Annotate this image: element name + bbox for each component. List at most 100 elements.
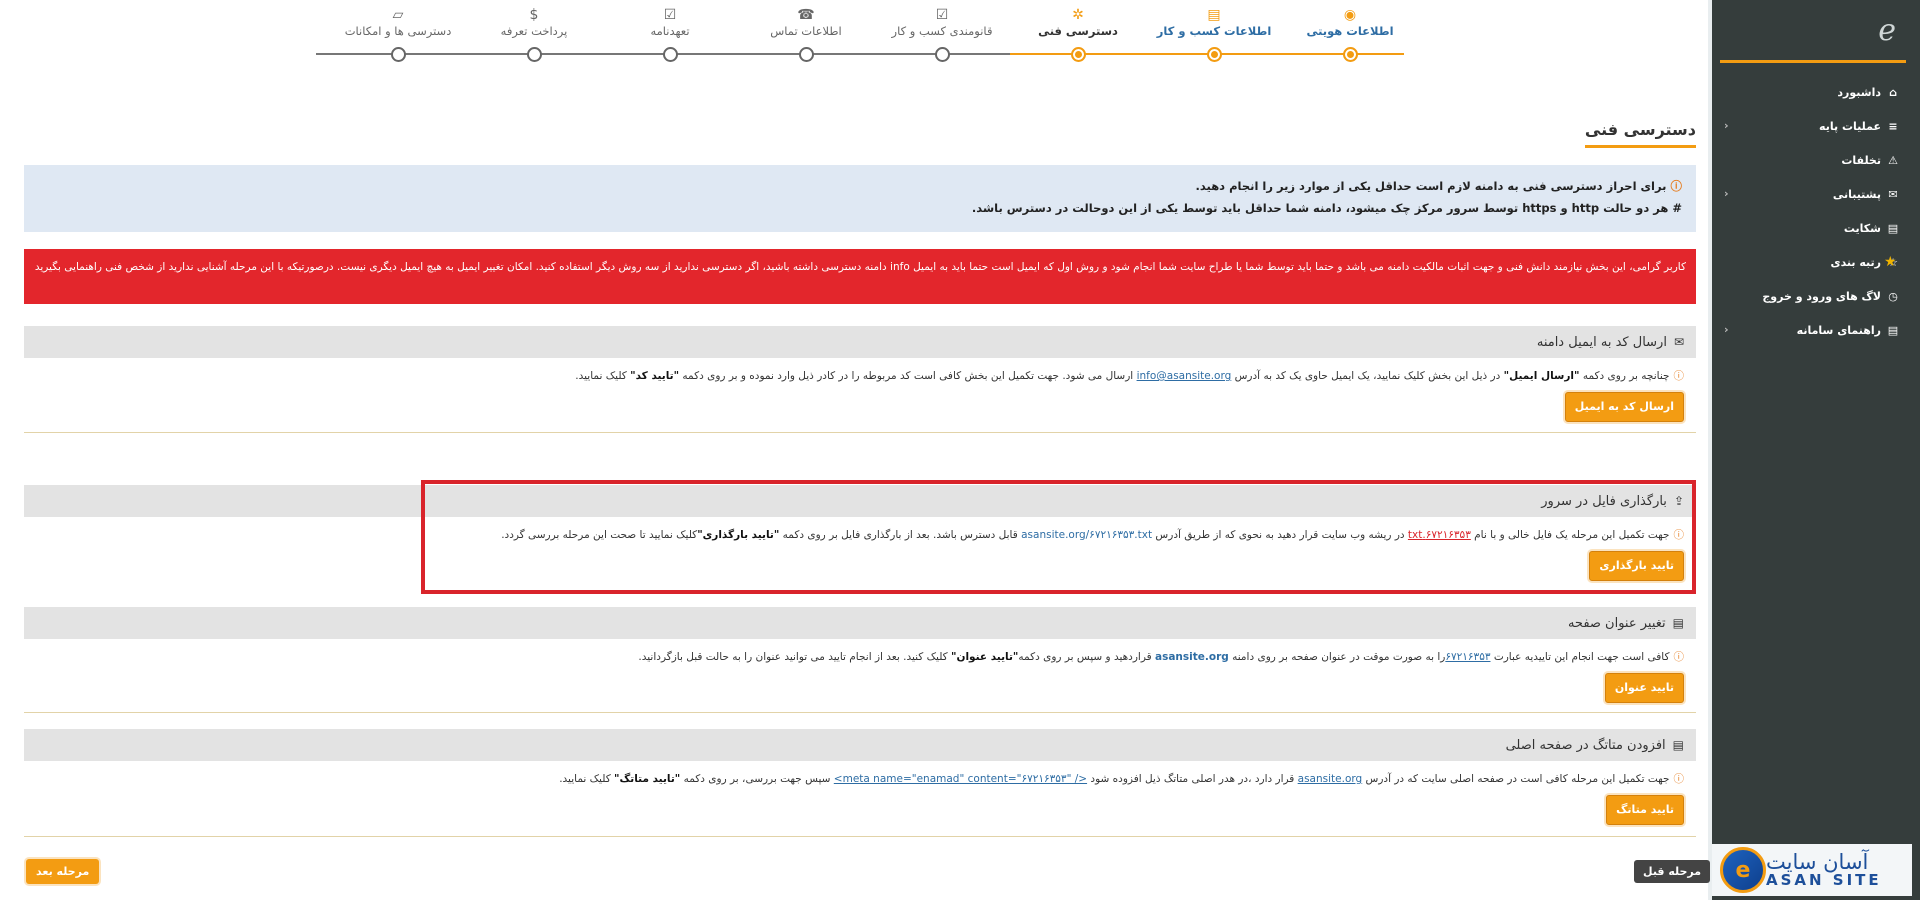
stepper-step-label: اطلاعات کسب و کار bbox=[1156, 24, 1272, 38]
document-icon: ▤ bbox=[1887, 221, 1899, 235]
info-icon: ⓘ bbox=[1673, 651, 1685, 663]
meta-text-c: سپس جهت بررسی، بر روی دکمه bbox=[680, 773, 834, 785]
envelope-icon: ✉ bbox=[1673, 335, 1684, 349]
stepper-dot[interactable] bbox=[1070, 47, 1086, 62]
sidebar-menu: ⌂ داشبورد ≡ عملیات پایه ‹ ⚠ تخلفات ✉ پشتیبانی ‹ ▤ ش… bbox=[1712, 75, 1920, 347]
info-box: ⓘ برای احراز دسترسی فنی به دامنه لازم اس… bbox=[24, 165, 1696, 232]
highlight-frame bbox=[421, 480, 1696, 594]
info-icon: ⓘ bbox=[1673, 370, 1685, 382]
confirm-title-button[interactable]: تایید عنوان bbox=[1604, 673, 1684, 703]
sidebar-item[interactable]: ☆ رتبه بندی ★ bbox=[1712, 245, 1920, 279]
sidebar-item[interactable]: ⚠ تخلفات bbox=[1712, 143, 1920, 177]
stepper-step-label: پرداخت تعرفه bbox=[500, 24, 568, 38]
sidebar-item-label: شکایت bbox=[1843, 221, 1881, 235]
stepper-step[interactable]: ✲ دسترسی فنی bbox=[1008, 6, 1148, 38]
send-email-code-button[interactable]: ارسال کد به ایمیل bbox=[1564, 392, 1684, 422]
warning-alert: کاربر گرامی، این بخش نیازمند دانش فنی و … bbox=[24, 249, 1696, 304]
document-icon: ▤ bbox=[1672, 616, 1684, 630]
stepper-dot[interactable] bbox=[934, 47, 950, 62]
sidebar-item[interactable]: ▤ راهنمای سامانه ‹ bbox=[1712, 313, 1920, 347]
stepper-dot[interactable] bbox=[526, 47, 542, 62]
folder-open-icon: ▱ bbox=[392, 7, 404, 23]
chevron-left-icon[interactable]: ‹ bbox=[1724, 187, 1729, 200]
email-address-link[interactable]: info@asansite.org bbox=[1137, 370, 1232, 382]
stepper-step[interactable]: ☑ قانومندی کسب و کار bbox=[872, 6, 1012, 38]
title-code-link[interactable]: ۶۷۲۱۶۳۵۳ bbox=[1445, 651, 1490, 663]
stepper-dot[interactable] bbox=[798, 47, 814, 62]
title-text-b: را به صورت موقت در عنوان صفحه بر روی دام… bbox=[1228, 651, 1446, 663]
sidebar-logo[interactable]: e bbox=[1712, 0, 1920, 60]
sidebar-item-label: عملیات پایه bbox=[1819, 119, 1881, 133]
stepper-dot[interactable] bbox=[390, 47, 406, 62]
meta-bold-confirm: "تایید متاتگ" bbox=[614, 773, 681, 785]
sidebar-item[interactable]: ◷ لاگ های ورود و خروج bbox=[1712, 279, 1920, 313]
stepper-step-label: تعهدنامه bbox=[650, 24, 690, 38]
meta-text-b: قرار دارد ،در هدر اصلی متاتگ ذیل افزوده … bbox=[1087, 773, 1298, 785]
stepper-dot[interactable] bbox=[1342, 47, 1358, 62]
sidebar-divider bbox=[1720, 60, 1906, 63]
stepper-step[interactable]: $ پرداخت تعرفه bbox=[464, 6, 604, 38]
brand-name-fa: آسان سایت bbox=[1766, 850, 1869, 874]
phone-icon: ☎ bbox=[797, 7, 815, 23]
meta-domain-link[interactable]: asansite.org bbox=[1298, 773, 1363, 785]
stepper-step[interactable]: ▱ دسترسی ها و امکانات bbox=[328, 6, 468, 38]
meta-text-d: کلیک نمایید. bbox=[559, 773, 615, 785]
stepper-dot[interactable] bbox=[1206, 47, 1222, 62]
section-email: ✉ ارسال کد به ایمیل دامنه ⓘچنانچه بر روی… bbox=[24, 326, 1696, 434]
list-icon: ≡ bbox=[1888, 119, 1898, 133]
sidebar: e ⌂ داشبورد ≡ عملیات پایه ‹ ⚠ تخلفات ✉ پشتیبانی ‹… bbox=[1712, 0, 1920, 900]
section-meta-header: ▤ افزودن متاتگ در صفحه اصلی bbox=[24, 729, 1696, 761]
file-text-icon: ▤ bbox=[1207, 7, 1221, 23]
meta-tag-code[interactable]: <meta name="enamad" content="۶۷۲۱۶۳۵۳" /… bbox=[834, 773, 1087, 785]
section-divider bbox=[24, 712, 1696, 713]
sidebar-item[interactable]: ▤ شکایت bbox=[1712, 211, 1920, 245]
chat-icon: ✉ bbox=[1888, 187, 1898, 201]
email-bold-send: "ارسال ایمیل" bbox=[1503, 370, 1580, 382]
section-email-header: ✉ ارسال کد به ایمیل دامنه bbox=[24, 326, 1696, 358]
section-email-title: ارسال کد به ایمیل دامنه bbox=[1536, 334, 1667, 350]
section-meta-title: افزودن متاتگ در صفحه اصلی bbox=[1505, 737, 1666, 753]
sidebar-item-label: راهنمای سامانه bbox=[1796, 323, 1881, 337]
info-icon: ⓘ bbox=[1670, 179, 1683, 193]
gears-icon: ✲ bbox=[1072, 7, 1084, 23]
title-bold-confirm: "تایید عنوان" bbox=[951, 651, 1019, 663]
stepper-step[interactable]: ◉ اطلاعات هویتی bbox=[1280, 6, 1420, 38]
info-line-1: برای احراز دسترسی فنی به دامنه لازم است … bbox=[1195, 179, 1667, 193]
home-icon: ⌂ bbox=[1889, 85, 1897, 99]
email-text-d: کلیک نمایید. bbox=[575, 370, 631, 382]
chevron-left-icon[interactable]: ‹ bbox=[1724, 323, 1729, 336]
dollar-icon: $ bbox=[529, 7, 539, 23]
check-square-outline-icon: ☑ bbox=[663, 7, 677, 23]
section-email-body: ⓘچنانچه بر روی دکمه "ارسال ایمیل" در ذیل… bbox=[24, 358, 1696, 422]
page-title: دسترسی فنی bbox=[1584, 120, 1696, 148]
section-meta-body: ⓘجهت تکمیل این مرحله کافی است در صفحه اص… bbox=[24, 761, 1696, 825]
stepper-step[interactable]: ☑ تعهدنامه bbox=[600, 6, 740, 38]
info-line-2: # هر دو حالت http و https توسط سرور مرکز… bbox=[971, 201, 1682, 215]
stepper-dot[interactable] bbox=[662, 47, 678, 62]
stepper-step-label: اطلاعات تماس bbox=[770, 24, 842, 38]
sidebar-item[interactable]: ✉ پشتیبانی ‹ bbox=[1712, 177, 1920, 211]
stepper-step[interactable]: ☎ اطلاعات تماس bbox=[736, 6, 876, 38]
user-icon: ◉ bbox=[1343, 7, 1357, 23]
stepper-step[interactable]: ▤ اطلاعات کسب و کار bbox=[1144, 6, 1284, 38]
section-title-change-title: تغییر عنوان صفحه bbox=[1567, 615, 1666, 631]
star-icon: ★ bbox=[1884, 254, 1897, 270]
logo-mark: e bbox=[1878, 12, 1896, 48]
previous-step-button[interactable]: مرحله قبل bbox=[1634, 860, 1711, 883]
sidebar-item-label: داشبورد bbox=[1837, 85, 1881, 99]
email-text-b: در ذیل این بخش کلیک نمایید، یک ایمیل حاو… bbox=[1231, 370, 1504, 382]
brand-name-en: ASAN SITE bbox=[1766, 871, 1882, 889]
sidebar-item-label: تخلفات bbox=[1841, 153, 1881, 167]
sidebar-item[interactable]: ≡ عملیات پایه ‹ bbox=[1712, 109, 1920, 143]
email-bold-confirm: "تایید کد" bbox=[630, 370, 680, 382]
stepper-step-label: قانومندی کسب و کار bbox=[891, 24, 993, 38]
sidebar-item[interactable]: ⌂ داشبورد bbox=[1712, 75, 1920, 109]
next-step-button[interactable]: مرحله بعد bbox=[26, 859, 100, 884]
brand-mark-icon: e bbox=[1720, 847, 1766, 893]
wizard-stepper: ◉ اطلاعات هویتی ▤ اطلاعات کسب و کار ✲ دسترسی … bbox=[316, 0, 1404, 72]
title-text-a: کافی است جهت انجام این تاییدیه عبارت bbox=[1490, 651, 1670, 663]
chevron-left-icon[interactable]: ‹ bbox=[1724, 119, 1729, 132]
confirm-meta-button[interactable]: تایید متاتگ bbox=[1606, 795, 1684, 825]
content-edge bbox=[1708, 0, 1712, 900]
section-divider bbox=[24, 836, 1696, 837]
